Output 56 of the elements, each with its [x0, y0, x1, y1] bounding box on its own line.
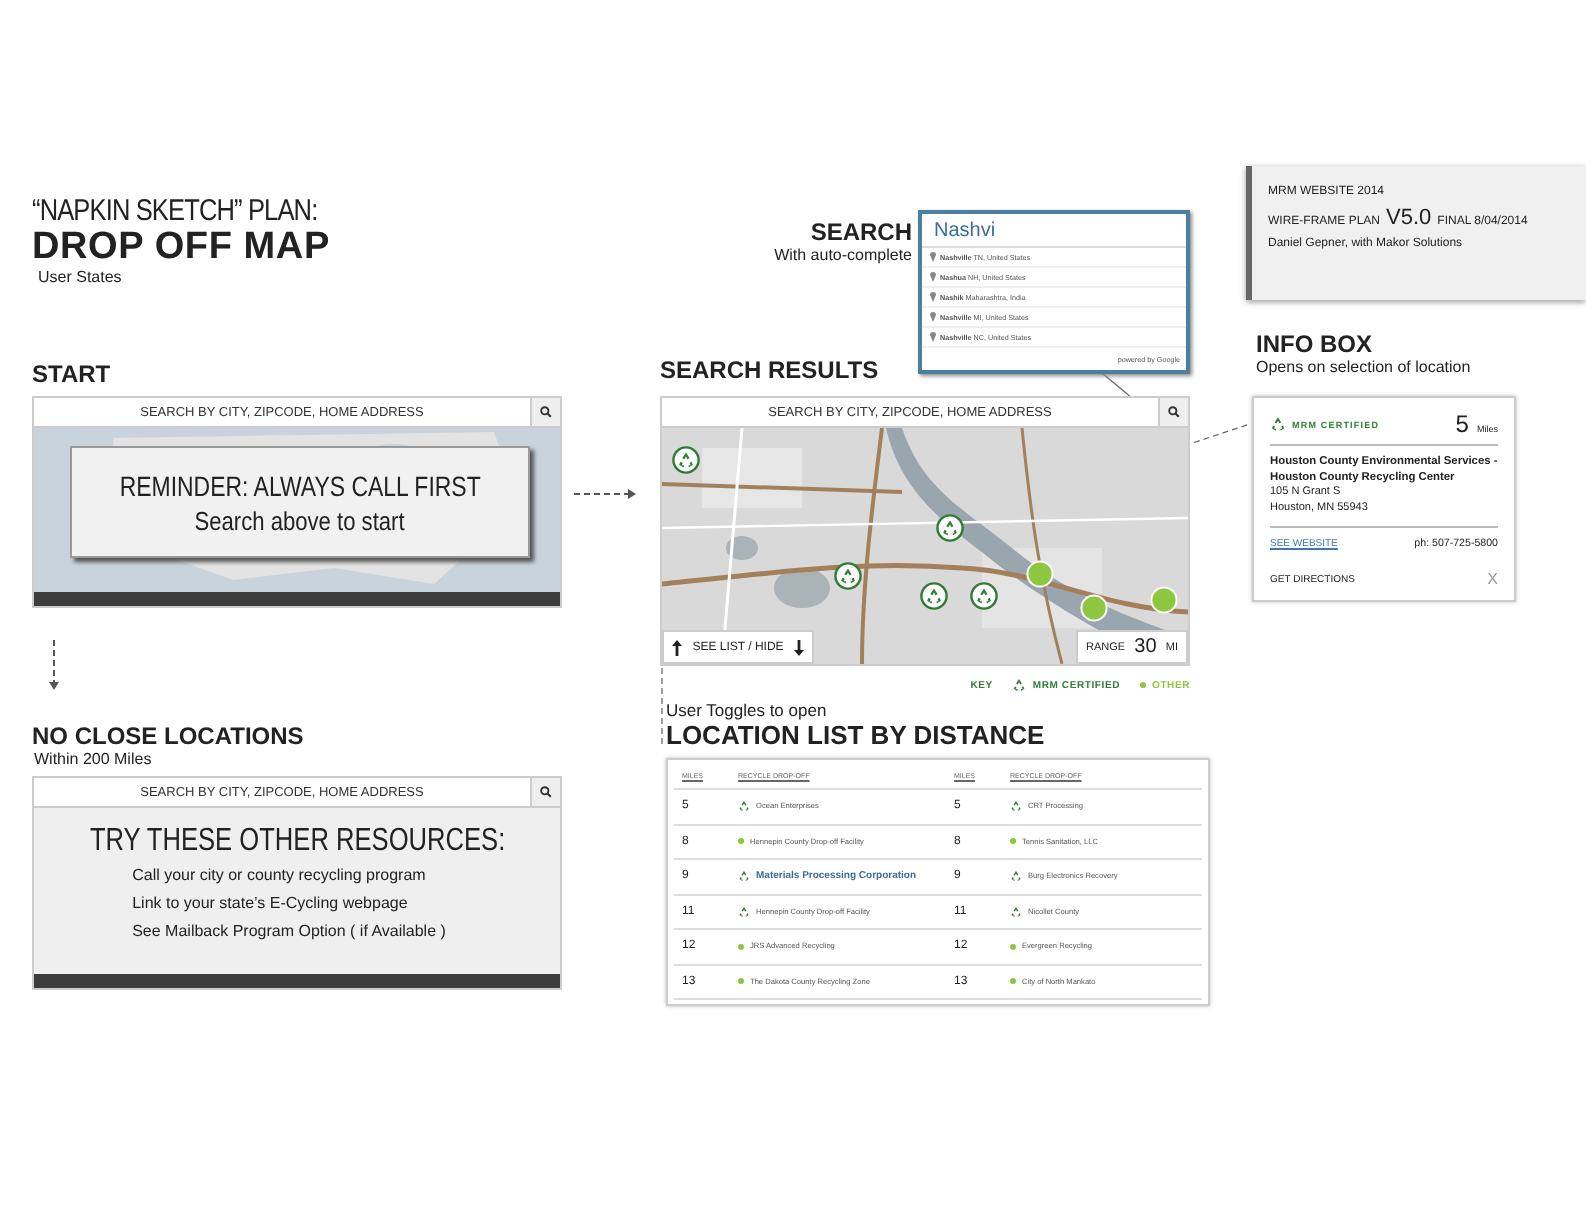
section-heading: SEARCH	[810, 218, 912, 246]
version-number: V5.0	[1386, 206, 1432, 230]
recycle-icon	[1010, 870, 1022, 883]
reminder-title: REMINDER: ALWAYS CALL FIRST	[119, 469, 481, 501]
recycle-icon	[738, 870, 750, 883]
reminder-text: Search above to start	[194, 505, 406, 535]
resources-title: TRY THESE OTHER RESOURCES:	[89, 824, 505, 860]
dot-icon	[738, 943, 744, 950]
dot-icon	[1140, 682, 1146, 688]
map-pin[interactable]	[1080, 594, 1108, 622]
search-button[interactable]	[1158, 398, 1188, 426]
dashed-arrow	[49, 639, 59, 690]
pin-icon	[930, 292, 936, 302]
recycle-icon	[1012, 678, 1027, 692]
dot-icon	[1010, 978, 1016, 985]
pin-icon	[930, 272, 936, 282]
map-pin[interactable]	[1026, 560, 1054, 588]
search-field[interactable]: Nashvi	[922, 214, 1186, 248]
recycle-icon	[738, 905, 750, 918]
section-subheading: Opens on selection of location	[1256, 358, 1473, 378]
section-subheading: With auto-complete	[772, 246, 912, 266]
search-icon	[540, 406, 552, 418]
section-heading: SEARCH RESULTS	[660, 356, 879, 384]
resource-item: Link to your state’s E-Cycling webpage	[132, 892, 410, 914]
dot-icon	[738, 838, 744, 845]
page-subtitle: User States	[38, 268, 124, 288]
leader-line	[661, 667, 663, 745]
page-title: DROP OFF MAP	[32, 228, 332, 268]
pin-icon	[930, 252, 936, 262]
dot-icon	[1010, 943, 1016, 950]
search-button[interactable]	[530, 398, 560, 426]
pin-icon	[930, 332, 936, 342]
recycle-icon	[1010, 800, 1022, 813]
recycle-icon	[1010, 905, 1022, 918]
recycle-icon	[738, 800, 750, 813]
pin-icon	[930, 312, 936, 322]
section-caption: User Toggles to open	[666, 700, 829, 720]
down-arrow-icon	[793, 639, 804, 655]
section-heading: START	[32, 360, 111, 388]
section-heading: INFO BOX	[1256, 330, 1373, 358]
section-heading: LOCATION LIST BY DISTANCE	[666, 720, 1045, 752]
distance-value: 5	[1455, 410, 1469, 438]
recycle-icon	[1270, 416, 1286, 432]
dashed-arrow	[573, 489, 636, 499]
up-arrow-icon	[672, 639, 682, 655]
search-icon	[540, 786, 552, 798]
dot-icon	[1010, 838, 1016, 845]
search-button[interactable]	[530, 778, 560, 806]
resource-item: Call your city or county recycling program	[132, 864, 428, 886]
search-icon	[1168, 406, 1180, 418]
section-heading: NO CLOSE LOCATIONS	[32, 722, 304, 750]
sketch-label: “NAPKIN SKETCH” PLAN:	[32, 196, 318, 228]
section-subheading: Within 200 Miles	[34, 750, 154, 770]
resource-item: See Mailback Program Option ( if Available )	[132, 920, 446, 942]
dot-icon	[738, 978, 744, 985]
map-pin[interactable]	[1150, 586, 1178, 614]
